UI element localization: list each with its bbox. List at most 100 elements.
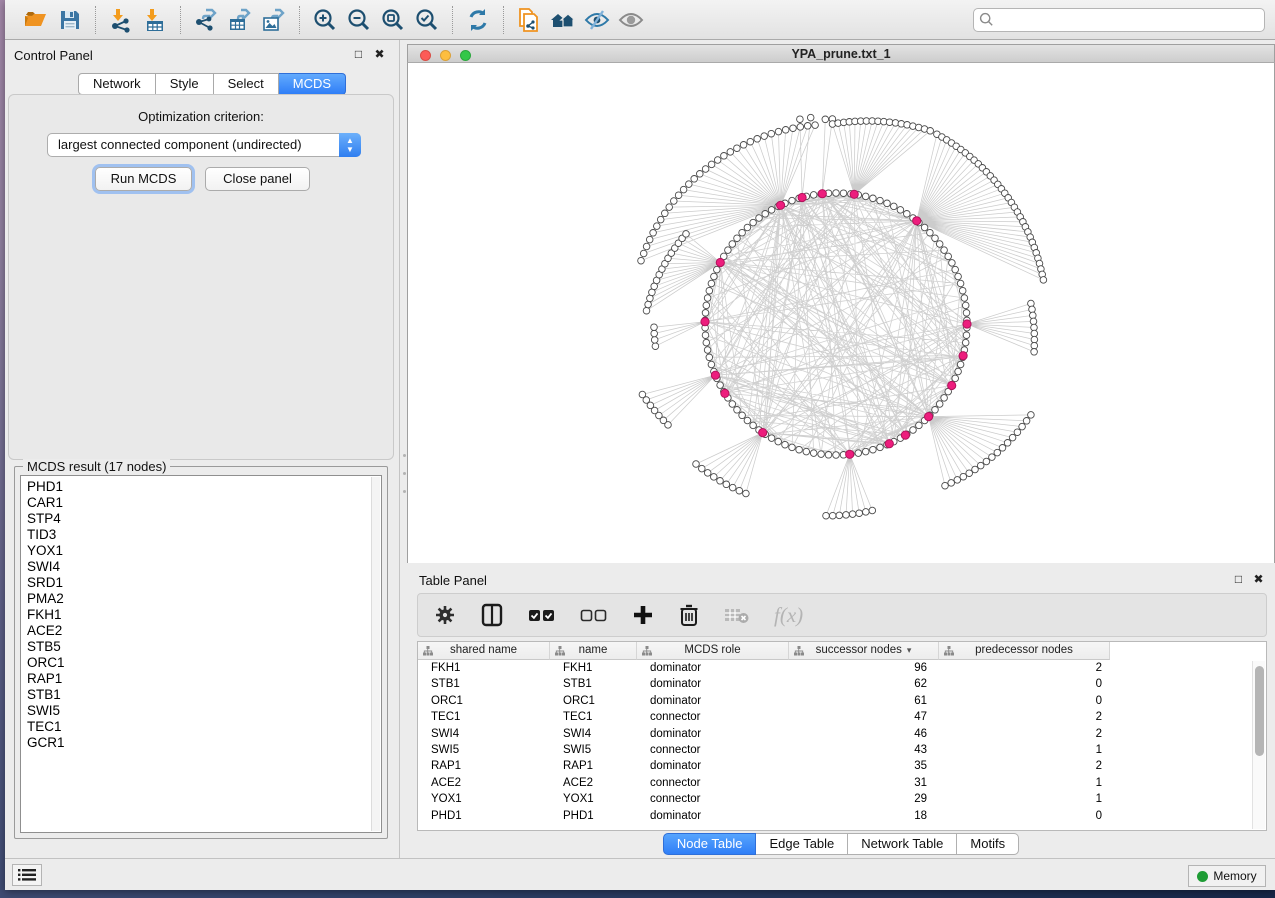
graph-node[interactable] [877,197,884,204]
graph-node[interactable] [959,352,967,360]
graph-node[interactable] [963,320,971,328]
graph-node[interactable] [927,229,934,236]
graph-node[interactable] [862,448,869,455]
cell-predecessor-nodes[interactable]: 1 [939,775,1110,791]
graph-node[interactable] [846,450,854,458]
mcds-result-item[interactable]: PHD1 [21,479,381,495]
graph-node[interactable] [702,332,709,339]
mcds-result-item[interactable]: YOX1 [21,543,381,559]
graph-node[interactable] [797,116,804,123]
table-row[interactable]: STB1STB1dominator620 [418,676,1252,692]
cell-shared-name[interactable]: SWI5 [418,742,550,758]
cell-predecessor-nodes[interactable]: 2 [939,726,1110,742]
graph-node[interactable] [657,216,664,223]
graph-node[interactable] [1031,342,1038,349]
graph-node[interactable] [739,412,746,419]
graph-node[interactable] [961,295,968,302]
graph-node[interactable] [768,435,775,442]
table-scrollbar[interactable] [1252,661,1265,829]
graph-node[interactable] [711,273,718,280]
graph-node[interactable] [761,133,768,140]
mcds-result-item[interactable]: STP4 [21,511,381,527]
tab-mcds[interactable]: MCDS [279,73,346,95]
cell-predecessor-nodes[interactable]: 1 [939,791,1110,807]
cell-predecessor-nodes[interactable]: 2 [939,660,1110,676]
graph-node[interactable] [652,343,659,350]
graph-node[interactable] [994,449,1001,456]
graph-node[interactable] [651,324,658,331]
checked-boxes-icon[interactable] [528,608,556,622]
mcds-result-item[interactable]: TID3 [21,527,381,543]
cell-MCDS-role[interactable]: connector [637,791,789,807]
graph-node[interactable] [691,176,698,183]
graph-node[interactable] [1040,277,1047,284]
column-header-name[interactable]: name [550,642,637,660]
graph-node[interactable] [756,215,763,222]
graph-node[interactable] [941,247,948,254]
network-view[interactable] [407,63,1275,563]
refresh-icon[interactable] [461,4,495,36]
run-mcds-button[interactable]: Run MCDS [95,167,192,191]
graph-node[interactable] [910,427,917,434]
cell-name[interactable]: SWI5 [550,742,637,758]
table-row[interactable]: YOX1YOX1connector291 [418,791,1252,807]
graph-node[interactable] [744,417,751,424]
tab-edge-table[interactable]: Edge Table [756,833,848,855]
graph-node[interactable] [1029,306,1036,313]
cell-name[interactable]: PHD1 [550,808,637,824]
tab-node-table[interactable]: Node Table [663,833,757,855]
graph-node[interactable] [862,193,869,200]
table-row[interactable]: PHD1PHD1dominator180 [418,808,1252,824]
import-table-icon[interactable] [138,4,172,36]
graph-node[interactable] [654,223,661,230]
cell-name[interactable]: FKH1 [550,660,637,676]
graph-node[interactable] [796,446,803,453]
cell-successor-nodes[interactable]: 61 [789,693,939,709]
graph-node[interactable] [804,123,811,130]
mcds-result-item[interactable]: SWI4 [21,559,381,575]
column-header-successor-nodes[interactable]: successor nodes▾ [789,642,939,660]
cell-name[interactable]: ACE2 [550,775,637,791]
cell-shared-name[interactable]: YOX1 [418,791,550,807]
graph-node[interactable] [721,153,728,160]
graph-node[interactable] [869,507,876,514]
graph-node[interactable] [702,310,709,317]
graph-node[interactable] [782,127,789,134]
tab-network[interactable]: Network [78,73,156,95]
graph-node[interactable] [704,470,711,477]
graph-node[interactable] [750,219,757,226]
trash-icon[interactable] [678,603,700,627]
graph-node[interactable] [949,260,956,267]
graph-node[interactable] [983,458,990,465]
graph-node[interactable] [743,490,750,497]
graph-node[interactable] [754,136,761,143]
graph-node[interactable] [744,224,751,231]
cell-successor-nodes[interactable]: 18 [789,808,939,824]
graph-node[interactable] [768,207,775,214]
mcds-result-item[interactable]: SWI5 [21,703,381,719]
cell-predecessor-nodes[interactable]: 0 [939,693,1110,709]
graph-node[interactable] [927,128,934,135]
graph-node[interactable] [777,201,785,209]
graph-node[interactable] [686,181,693,188]
cell-MCDS-role[interactable]: connector [637,775,789,791]
graph-node[interactable] [702,166,709,173]
export-image-icon[interactable] [257,4,291,36]
graph-node[interactable] [948,381,956,389]
cell-shared-name[interactable]: PHD1 [418,808,550,824]
eye-icon[interactable] [614,4,648,36]
cell-successor-nodes[interactable]: 46 [789,726,939,742]
cell-successor-nodes[interactable]: 29 [789,791,939,807]
split-columns-icon[interactable] [480,603,504,627]
cell-successor-nodes[interactable]: 96 [789,660,939,676]
graph-node[interactable] [643,307,650,314]
import-network-icon[interactable] [104,4,138,36]
graph-node[interactable] [727,149,734,156]
graph-node[interactable] [897,207,904,214]
tab-motifs[interactable]: Motifs [957,833,1019,855]
graph-node[interactable] [706,287,713,294]
float-panel-icon[interactable]: □ [352,48,365,61]
table-row[interactable]: SWI5SWI5connector431 [418,742,1252,758]
graph-node[interactable] [680,186,687,193]
tab-select[interactable]: Select [214,73,279,95]
